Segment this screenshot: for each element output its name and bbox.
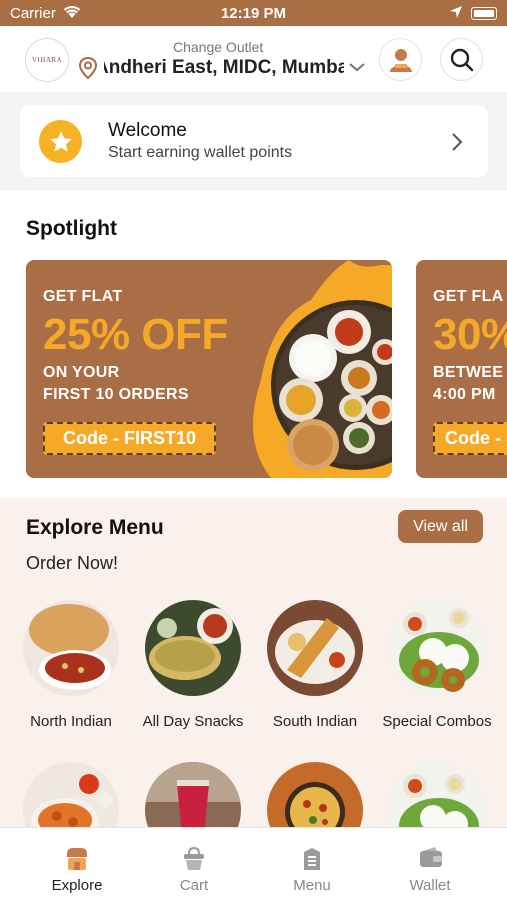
star-icon [39,120,82,163]
chevron-right-icon [450,131,464,158]
tab-menu[interactable]: Menu [262,828,362,900]
search-icon [450,48,473,71]
battery-icon [471,7,497,20]
explore-menu-section: Explore Menu View all Order Now! North I… [0,498,507,858]
banner-line-1: GET FLAT [43,288,123,305]
snacks-dish-image [145,600,241,696]
banner-line-3: ON YOUR [43,364,120,381]
category-label: North Indian [30,713,112,730]
profile-button[interactable] [379,38,422,81]
category-label: Special Combos [382,713,492,730]
explore-menu-title: Explore Menu [26,516,164,539]
banner-promo-code[interactable]: Code - FIRST10 [43,422,216,455]
banner-line-4: FIRST 10 ORDERS [43,386,189,403]
welcome-subtitle: Start earning wallet points [108,144,293,161]
food-platter-image [253,260,392,478]
view-all-button[interactable]: View all [398,510,483,543]
status-bar: Carrier 12:19 PM [0,0,507,26]
spotlight-section: Spotlight GET FLAT 25% OFF ON YOUR FIRST… [0,190,507,498]
app-header: VIHARA Change Outlet Andheri East, MIDC,… [0,26,507,92]
storefront-icon [67,848,87,870]
bottom-tab-bar: Explore Cart Menu Wallet [0,827,507,900]
location-arrow-icon [449,5,463,23]
change-outlet-caption[interactable]: Change Outlet [173,39,263,55]
banner-line-1: GET FLA [433,288,504,305]
tab-label: Wallet [409,877,451,894]
tab-cart[interactable]: Cart [144,828,244,900]
wallet-icon [420,847,442,867]
menu-icon [304,848,320,870]
category-south-indian[interactable]: South Indian [255,600,375,731]
welcome-card[interactable]: Welcome Start earning wallet points [20,105,488,177]
banner-promo-code[interactable]: Code - S [433,422,507,455]
tab-label: Explore [51,877,103,894]
category-label: All Day Snacks [142,713,244,730]
profile-icon [389,48,412,72]
tab-explore[interactable]: Explore [27,828,127,900]
south-indian-dish-image [267,600,363,696]
location-pin-icon [78,56,98,85]
clock: 12:19 PM [220,5,287,22]
banner-line-4: 4:00 PM [433,386,496,403]
banner-line-3: BETWEE [433,364,504,381]
welcome-title: Welcome [108,120,187,141]
outlet-selector[interactable]: Andheri East, MIDC, Mumbai [104,57,344,79]
banner-discount: 25% OFF [43,310,228,359]
spotlight-banner[interactable]: GET FLAT 25% OFF ON YOUR FIRST 10 ORDERS… [26,260,392,478]
category-all-day-snacks[interactable]: All Day Snacks [133,600,253,731]
north-indian-dish-image [23,600,119,696]
category-label: South Indian [272,713,358,730]
tab-wallet[interactable]: Wallet [380,828,480,900]
spotlight-banner[interactable]: GET FLA 30% BETWEE 4:00 PM Code - S [416,260,507,478]
banner-discount: 30% [433,310,507,359]
category-special-combos[interactable]: Special Combos [377,600,497,731]
category-north-indian[interactable]: North Indian [11,600,131,731]
combo-dish-image [389,600,485,696]
cart-icon [184,846,204,870]
search-button[interactable] [440,38,483,81]
chevron-down-icon[interactable] [348,60,366,78]
brand-logo: VIHARA [25,38,69,82]
order-now-subtitle: Order Now! [26,553,119,573]
spotlight-title: Spotlight [26,217,117,240]
tab-label: Menu [293,877,331,894]
tab-label: Cart [179,877,209,894]
